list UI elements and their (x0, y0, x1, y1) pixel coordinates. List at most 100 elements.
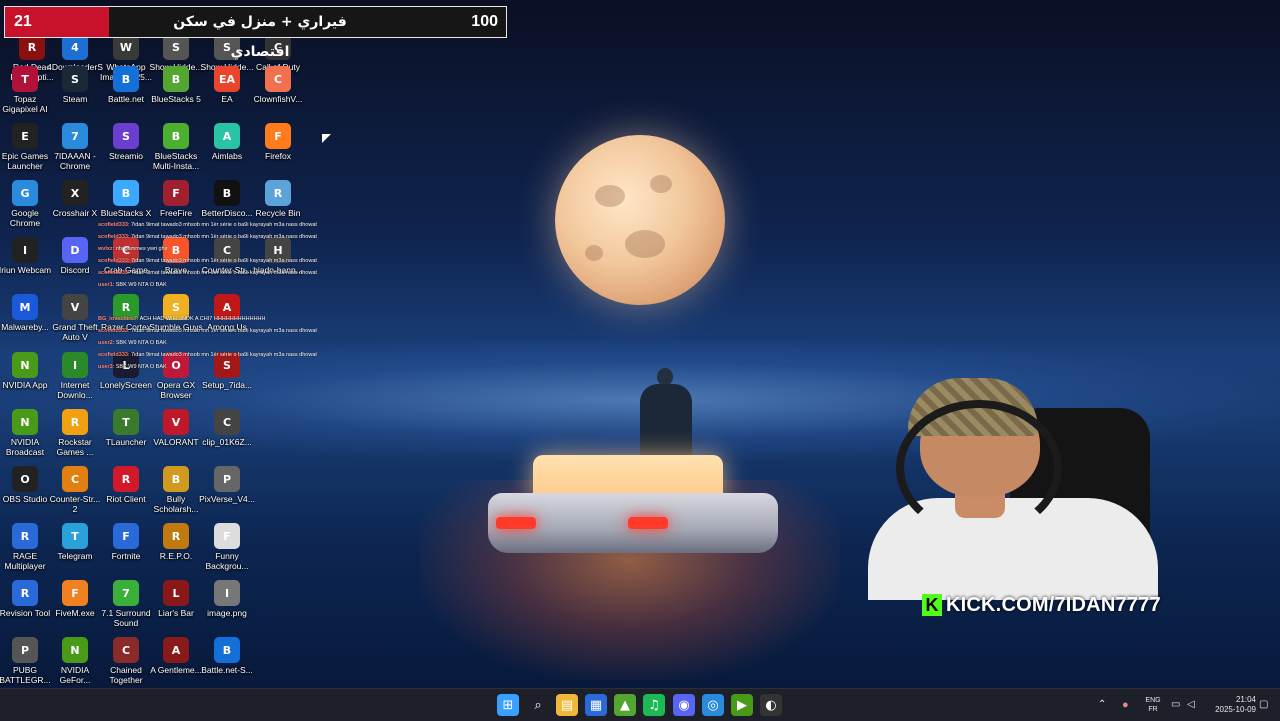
clock[interactable]: 21:04 2025-10-09 (1204, 689, 1256, 721)
desktop-icon[interactable]: E Epic Games Launcher (0, 123, 53, 171)
desktop-icon[interactable]: R Riot Client (98, 466, 154, 504)
desktop-icon[interactable]: X Crosshair X (47, 180, 103, 218)
desktop-icon[interactable]: G Google Chrome (0, 180, 53, 228)
microphone-icon[interactable]: ● (1122, 689, 1134, 721)
desktop-icon[interactable]: D Discord (47, 237, 103, 275)
chrome-icon[interactable]: ◎ (702, 694, 724, 716)
discord-icon[interactable]: ◉ (673, 694, 695, 716)
desktop-icon[interactable]: R Revision Tool (0, 580, 53, 618)
desktop-icon[interactable]: B Battle.net-S... (199, 637, 255, 675)
desktop-icon-label: Battle.net (108, 94, 144, 104)
desktop-icon[interactable]: B BlueStacks Multi-Insta... (148, 123, 204, 171)
desktop-icon[interactable]: V Grand Theft Auto V (47, 294, 103, 342)
app-icon: R (113, 466, 139, 492)
desktop-icon-label: Recycle Bin (255, 208, 301, 218)
desktop-icon[interactable]: R Recycle Bin (250, 180, 306, 218)
desktop-icon[interactable]: S Stumble Guys (148, 294, 204, 332)
desktop-icon-label: Bully Scholarsh... (153, 494, 199, 514)
desktop-icon-label: Revision Tool (0, 608, 51, 618)
desktop-icon[interactable]: N NVIDIA Broadcast (0, 409, 53, 457)
desktop-icon-label: OBS Studio (2, 494, 48, 504)
desktop-icon[interactable]: T Topaz Gigapixel AI (0, 66, 53, 114)
network-icon[interactable]: ▭ (1171, 689, 1183, 721)
desktop-icon[interactable]: N NVIDIA App (0, 352, 53, 390)
desktop-icon-label: TLauncher (105, 437, 147, 447)
overlay-title: فيراري + منزل في سكن اقتصادي (173, 14, 347, 60)
desktop-icon-label: Opera GX Browser (156, 380, 196, 400)
desktop-icon[interactable]: C Counter-Str... 2 (47, 466, 103, 514)
desktop-icon[interactable]: L Liar's Bar (148, 580, 204, 618)
desktop-icon[interactable]: 7 7IDAAAN - Chrome (47, 123, 103, 171)
desktop-icon[interactable]: B Bully Scholarsh... (148, 466, 204, 514)
desktop-icon[interactable]: I Internet Downlo... (47, 352, 103, 400)
desktop-icon[interactable]: B BetterDisco... (199, 180, 255, 218)
obs-icon[interactable]: ◐ (760, 694, 782, 716)
app-icon: F (113, 523, 139, 549)
desktop-icon[interactable]: O Opera GX Browser (148, 352, 204, 400)
file-explorer-icon[interactable]: ▤ (556, 694, 578, 716)
spotify-icon[interactable]: ♫ (643, 694, 665, 716)
app-icon: B (214, 637, 240, 663)
desktop-icon[interactable]: T TLauncher (98, 409, 154, 447)
app-icon: O (12, 466, 38, 492)
chat-message: BG_lovechiro7: ACH HAD WIFI 3NDK A CHI7 … (98, 316, 265, 322)
desktop-icon[interactable]: F Fortnite (98, 523, 154, 561)
desktop-icon[interactable]: B BlueStacks 5 (148, 66, 204, 104)
desktop-icon[interactable]: S Steam (47, 66, 103, 104)
desktop-icon[interactable]: R Razer Cortex (98, 294, 154, 332)
desktop-icon[interactable]: A Aimlabs (199, 123, 255, 161)
desktop-icon[interactable]: F FreeFire (148, 180, 204, 218)
search-icon[interactable]: ⌕ (527, 694, 549, 716)
desktop-icon[interactable]: R Rockstar Games ... (47, 409, 103, 457)
challenge-overlay-bar: 21 فيراري + منزل في سكن اقتصادي 100 (4, 6, 507, 60)
nvidia-icon[interactable]: ▶ (731, 694, 753, 716)
show-hidden-icons-chevron-icon[interactable]: ⌃ (1098, 689, 1112, 721)
desktop-icon[interactable]: F Funny Backgrou... (199, 523, 255, 571)
desktop-icon-label: A Gentleme... (150, 665, 202, 675)
desktop-icon-label: Aimlabs (211, 151, 243, 161)
desktop-icon-label: 7IDAAAN - Chrome (54, 151, 96, 171)
desktop-icon[interactable]: V VALORANT (148, 409, 204, 447)
desktop-icon[interactable]: M Malwareby... (0, 294, 53, 332)
desktop-icon[interactable]: P PUBG BATTLEGR... (0, 637, 53, 685)
desktop-icon[interactable]: A A Gentleme... (148, 637, 204, 675)
desktop-icon[interactable]: B BlueStacks X (98, 180, 154, 218)
desktop-icon[interactable]: EA EA (199, 66, 255, 104)
desktop-icon[interactable]: B Battle.net (98, 66, 154, 104)
store-icon[interactable]: ▦ (585, 694, 607, 716)
chat-username: BG_lovechiro7 (98, 316, 137, 322)
chat-text: : 7idan 9imat tawado3 mhsob mn 1èr série… (127, 234, 317, 240)
desktop-icon[interactable]: I Iriun Webcam (0, 237, 53, 275)
desktop-icon[interactable]: Cclip_01K6Z... (199, 409, 255, 447)
desktop-icon[interactable]: F Firefox (250, 123, 306, 161)
desktop-icon[interactable]: C Chained Together (98, 637, 154, 685)
desktop-icon-label: EA (221, 94, 233, 104)
desktop-icon[interactable]: S Streamio (98, 123, 154, 161)
desktop-icon-label: Setup_7ida... (201, 380, 253, 390)
desktop-icon-label: NVIDIA App (2, 380, 48, 390)
desktop-icon[interactable]: 7 7.1 Surround Sound (98, 580, 154, 628)
notification-icon[interactable]: ▢ (1259, 689, 1271, 721)
desktop-icon[interactable]: R R.E.P.O. (148, 523, 204, 561)
volume-icon[interactable]: ◁ (1187, 689, 1199, 721)
desktop-icon[interactable]: Iimage.png (199, 580, 255, 618)
app-icon: B (163, 66, 189, 92)
chat-text: : 7idan 9imat tawado3 mhsob mn 1èr série… (127, 352, 317, 358)
desktop-icon[interactable]: C ClownfishV... (250, 66, 306, 104)
desktop-icon[interactable]: R RAGE Multiplayer (0, 523, 53, 571)
desktop-icon-label: image.png (207, 608, 247, 618)
desktop-icon[interactable]: T Telegram (47, 523, 103, 561)
chat-text: : 7idan 9imat tawado3 mhsob mn 1èr série… (127, 258, 317, 264)
desktop-icon[interactable]: O OBS Studio (0, 466, 53, 504)
bluestacks-icon[interactable]: ▲ (614, 694, 636, 716)
desktop-icon[interactable]: F FiveM.exe (47, 580, 103, 618)
desktop-icon[interactable]: P PixVerse_V4... (199, 466, 255, 504)
start-icon[interactable]: ⊞ (497, 694, 519, 716)
desktop-icon[interactable]: N NVIDIA GeFor... (47, 637, 103, 685)
chat-text: : SBK W9 NTA O BAK (112, 364, 167, 370)
desktop-icon[interactable]: A Among Us (199, 294, 255, 332)
desktop-icon-label: PixVerse_V4... (199, 494, 255, 504)
app-icon: I (214, 580, 240, 606)
chat-message: scofield333: 7idan 9imat tawado3 mhsob m… (98, 234, 317, 240)
language-indicator[interactable]: ENG FR (1141, 689, 1165, 721)
